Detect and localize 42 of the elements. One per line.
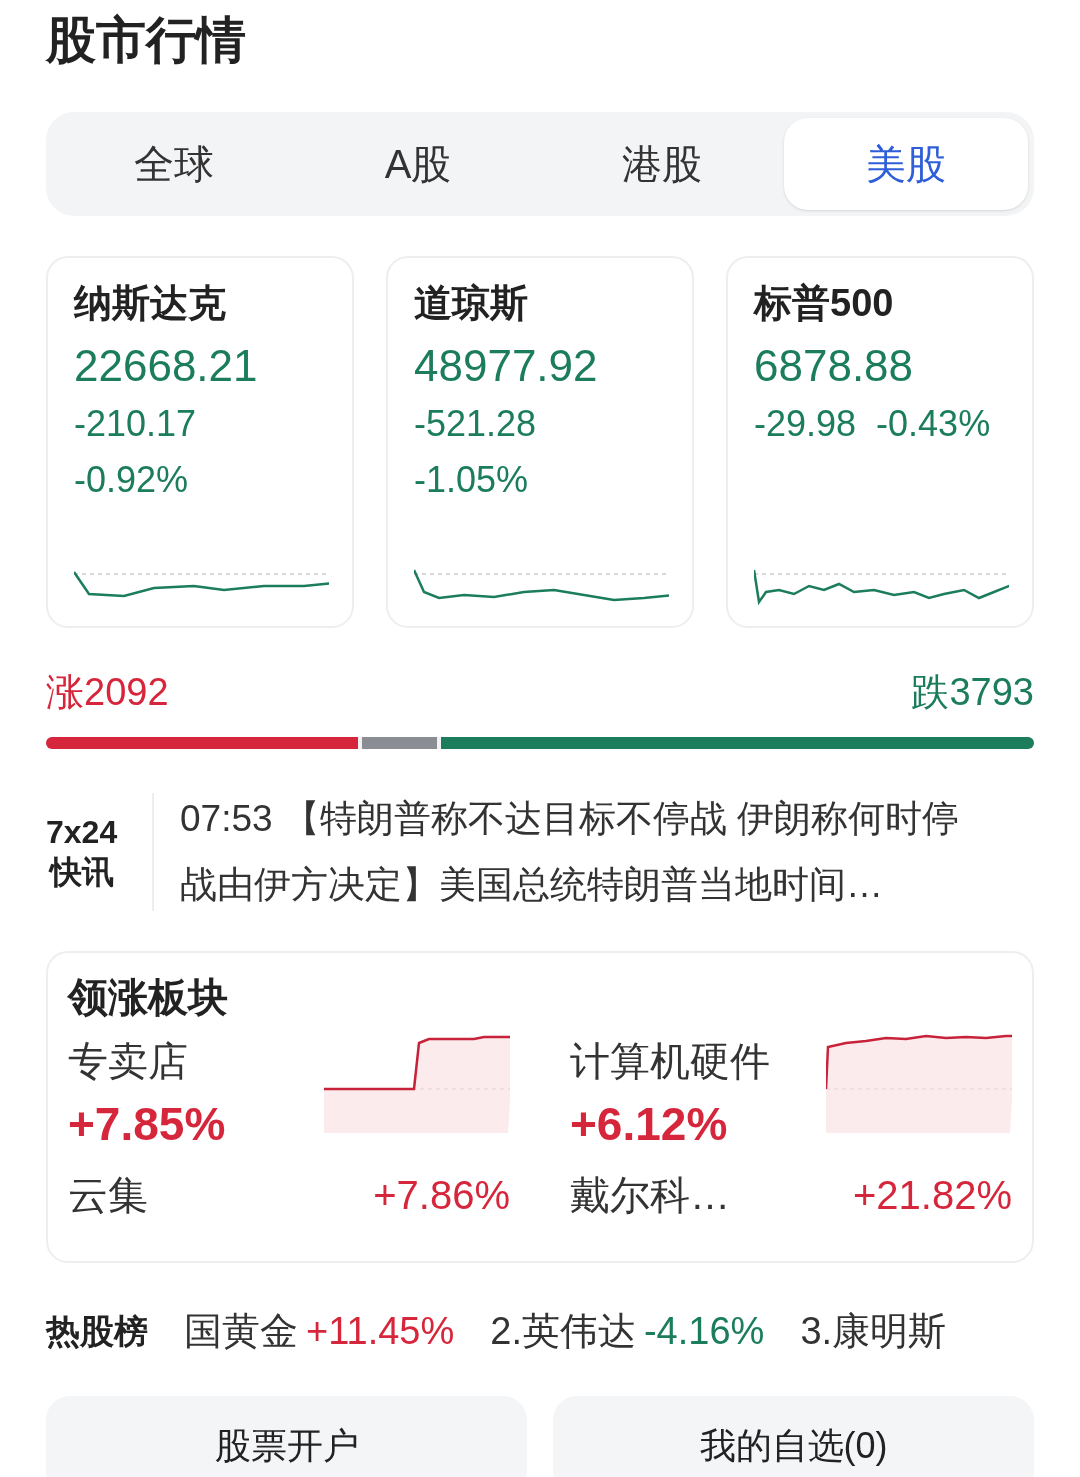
market-tab[interactable]: 美股 (784, 118, 1028, 210)
market-tab[interactable]: 港股 (540, 118, 784, 210)
index-price: 22668.21 (74, 340, 259, 392)
index-percent: -0.43% (876, 402, 991, 446)
news-label: 7x24 (46, 813, 118, 852)
leading-stock-change: +7.86% (373, 1172, 510, 1219)
hot-stock-name[interactable]: 3.康明斯 (800, 1303, 947, 1360)
index-percent: -1.05% (414, 458, 530, 502)
index-card[interactable]: 纳斯达克 22668.21 -210.17 -0.92% (46, 256, 354, 628)
advancers-count: 涨2092 (46, 670, 169, 715)
hot-stock-name[interactable]: 国黄金 (184, 1303, 298, 1360)
leading-stock-change: +21.82% (852, 1172, 1012, 1219)
news-label: 快讯 (47, 853, 114, 892)
index-card[interactable]: 道琼斯 48977.92 -521.28 -1.05% (386, 256, 694, 628)
section-title: 热股榜 (46, 1311, 148, 1352)
index-price: 48977.92 (414, 340, 599, 392)
action-button[interactable]: 我的自选(0) (553, 1396, 1034, 1477)
page-title: 股市行情 (46, 11, 247, 70)
index-percent: -0.92% (74, 458, 190, 502)
decliners-count: 跌3793 (911, 670, 1034, 715)
index-change: -210.17 (74, 402, 198, 446)
index-change: -29.98 (754, 402, 857, 446)
hot-stock-change: +11.45% (306, 1309, 455, 1354)
index-name: 标普500 (754, 281, 895, 326)
section-title: 领涨板块 (68, 974, 229, 1021)
sector-change: +6.12% (570, 1097, 729, 1152)
index-card[interactable]: 标普500 6878.88 -29.98 -0.43% (726, 256, 1034, 628)
index-price: 6878.88 (754, 340, 915, 392)
index-change: -521.28 (414, 402, 538, 446)
news-headline[interactable]: 07:53 【特朗普称不达目标不停战 伊朗称何时停战由伊方决定】美国总统特朗普当地时间… (154, 786, 1034, 918)
index-name: 纳斯达克 (74, 281, 227, 326)
leading-stock: 戴尔科… (570, 1172, 730, 1219)
sector-name: 专卖店 (68, 1038, 189, 1085)
index-name: 道琼斯 (414, 281, 529, 326)
sector-change: +7.85% (68, 1097, 226, 1152)
market-tab[interactable]: 全球 (52, 118, 296, 210)
action-button[interactable]: 股票开户 (46, 1396, 527, 1477)
hot-stock-change: -4.16% (643, 1309, 765, 1354)
sector-name: 计算机硬件 (570, 1038, 770, 1085)
market-tab[interactable]: A股 (296, 118, 540, 210)
hot-stock-name[interactable]: 2.英伟达 (490, 1303, 636, 1360)
leading-stock: 云集 (68, 1172, 148, 1219)
